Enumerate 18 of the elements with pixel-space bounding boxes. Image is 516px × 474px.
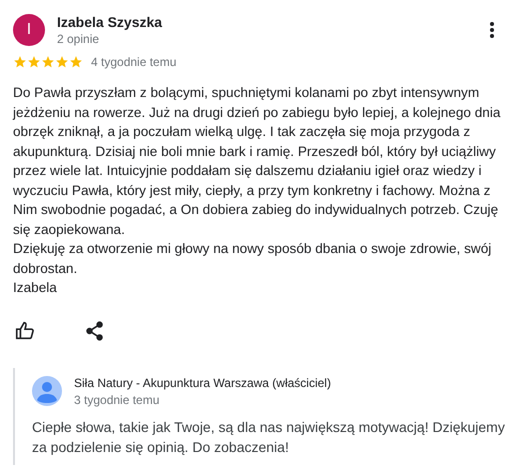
thumbs-up-icon[interactable] <box>14 320 36 342</box>
review-text: Dziękuję za otworzenie mi głowy na nowy sposób dbania o swoje zdrowie, swój dobrostan. <box>13 240 492 278</box>
owner-avatar <box>32 376 62 406</box>
review-time: 4 tygodnie temu <box>91 55 176 69</box>
star-icon <box>27 55 41 69</box>
reviewer-name[interactable]: Izabela Szyszka <box>57 14 470 30</box>
reply-time: 3 tygodnie temu <box>74 392 160 406</box>
review-text: Do Pawła przyszłam z bolącymi, spuchniętymi kolanami po zbyt intensywnym jeżdżeniu na rowerze. Już na drugi dzień po zabiegu było lepiej, a kolejnego dnia obrzęk zniknął, a ja poczułam wielką ulgę. I tak zaczęła się moja przygoda z akupunkturą. Dzisiaj nie boli mnie bark i ramię. Przeszedł ból, który był uciążliwy przez wiele lat. Intuicyjnie poddałam się dalszemu działaniu igieł oraz wiedzy i wyczuciu Pawła, który jest miły, ciepły, a przy tym konkretny i fachowy. Można z Nim swobodnie pogadać, a On dobiera zabieg do indywidualnych potrzeb. Czuję się zaopiekowana. <box>13 84 502 239</box>
review-text: Izabela <box>13 279 58 297</box>
avatar[interactable]: I <box>13 14 45 46</box>
reply-text: Ciepłe słowa, takie jak Twoje, są dla nas największą motywacją! Dziękujemy za podzielenie się opinią. Do zobaczenia! <box>32 418 506 456</box>
share-icon[interactable] <box>84 320 106 342</box>
star-icon <box>55 55 69 69</box>
star-icon <box>41 55 55 69</box>
star-icon <box>69 55 83 69</box>
review-count: 2 opinie <box>57 32 100 46</box>
star-icon <box>13 55 27 69</box>
owner-name: Siła Natury - Akupunktura Warszawa (właściciel) <box>74 376 331 390</box>
